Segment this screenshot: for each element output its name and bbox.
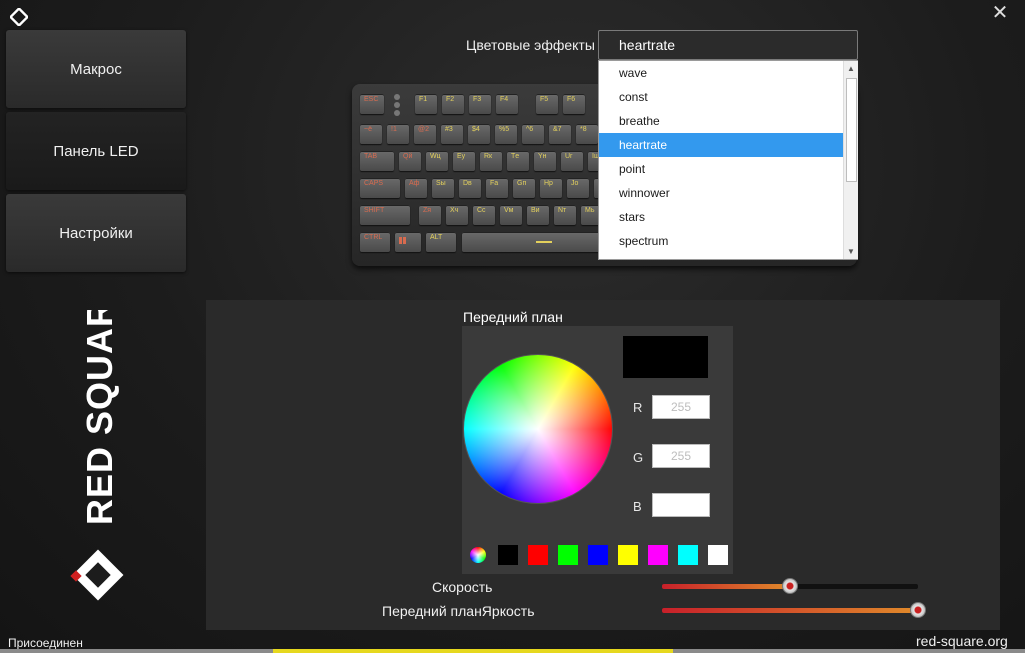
key-y[interactable]: Yн (534, 151, 556, 171)
effects-options-list[interactable]: wave const breathe heartrate point winno… (598, 60, 858, 260)
key-f1[interactable]: F1 (415, 94, 437, 114)
nav-macro-button[interactable]: Макрос (6, 30, 186, 108)
effect-option-stars[interactable]: stars (599, 205, 843, 229)
scrollbar-thumb[interactable] (846, 78, 857, 182)
key-n[interactable]: Nт (554, 205, 576, 225)
key-x[interactable]: Xч (446, 205, 468, 225)
speed-label: Скорость (432, 579, 493, 595)
swatch-red[interactable] (528, 545, 548, 565)
effect-option-point[interactable]: point (599, 157, 843, 181)
swatch-green[interactable] (558, 545, 578, 565)
b-label: B (633, 499, 642, 514)
key-z[interactable]: Zя (419, 205, 441, 225)
scroll-up-icon[interactable]: ▲ (847, 64, 855, 73)
key-v[interactable]: Vм (500, 205, 522, 225)
effect-option-heartrate[interactable]: heartrate (599, 133, 843, 157)
scroll-down-icon[interactable]: ▼ (847, 247, 855, 256)
key-2[interactable]: @2 (414, 124, 436, 144)
space-bar-mark (536, 241, 552, 243)
brand-logo: RED SQUARE (70, 310, 124, 601)
key-f6[interactable]: F6 (563, 94, 585, 114)
key-shift[interactable]: SHIFT (360, 205, 410, 225)
key-8[interactable]: *8 (576, 124, 598, 144)
key-alt-left[interactable]: ALT (426, 232, 456, 252)
speed-slider-fill (662, 584, 790, 589)
swatch-magenta[interactable] (648, 545, 668, 565)
key-r[interactable]: Rк (480, 151, 502, 171)
website-link[interactable]: red-square.org (916, 633, 1008, 649)
key-u[interactable]: Uг (561, 151, 583, 171)
g-input[interactable]: 255 (652, 444, 710, 468)
speed-slider[interactable] (662, 578, 918, 594)
app-logo-icon (10, 8, 28, 26)
key-e[interactable]: Eу (453, 151, 475, 171)
color-preview-swatch (623, 336, 708, 378)
key-a[interactable]: Aф (405, 178, 427, 198)
indicator-led (394, 102, 400, 108)
indicator-led (394, 110, 400, 116)
swatch-white[interactable] (708, 545, 728, 565)
key-j[interactable]: Jо (567, 178, 589, 198)
key-f3[interactable]: F3 (469, 94, 491, 114)
key-caps[interactable]: CAPS (360, 178, 400, 198)
list-scrollbar[interactable]: ▲ ▼ (843, 61, 858, 259)
brand-diamond-icon (70, 549, 124, 601)
effect-option-breathe[interactable]: breathe (599, 109, 843, 133)
brand-text: RED SQUARE (79, 310, 120, 525)
r-input[interactable]: 255 (652, 395, 710, 419)
key-g[interactable]: Gп (513, 178, 535, 198)
key-win[interactable] (395, 232, 421, 252)
key-5[interactable]: %5 (495, 124, 517, 144)
key-tab[interactable]: TAB (360, 151, 394, 171)
effect-option-winnower[interactable]: winnower (599, 181, 843, 205)
key-b[interactable]: Bи (527, 205, 549, 225)
key-1[interactable]: !1 (387, 124, 409, 144)
key-3[interactable]: #3 (441, 124, 463, 144)
swatch-black[interactable] (498, 545, 518, 565)
key-esc[interactable]: ESC (360, 94, 384, 114)
key-w[interactable]: Wц (426, 151, 448, 171)
effects-dropdown[interactable]: heartrate (598, 30, 858, 60)
brightness-slider[interactable] (662, 602, 926, 618)
key-tilde[interactable]: ~ё (360, 124, 382, 144)
nav-settings-button[interactable]: Настройки (6, 194, 186, 272)
r-label: R (633, 400, 643, 415)
key-f[interactable]: Fа (486, 178, 508, 198)
color-wheel[interactable] (463, 354, 613, 504)
key-d[interactable]: Dв (459, 178, 481, 198)
swatch-blue[interactable] (588, 545, 608, 565)
brightness-label: Передний планЯркость (382, 603, 535, 619)
nav-led-panel-button[interactable]: Панель LED (6, 112, 186, 190)
effect-option-spectrum[interactable]: spectrum (599, 229, 843, 253)
windows-icon (399, 237, 406, 244)
key-f4[interactable]: F4 (496, 94, 518, 114)
effects-label: Цветовые эффекты (466, 37, 595, 53)
key-t[interactable]: Tе (507, 151, 529, 171)
key-c[interactable]: Cс (473, 205, 495, 225)
brightness-slider-fill (662, 608, 918, 613)
effect-option-const[interactable]: const (599, 85, 843, 109)
custom-color-icon[interactable] (470, 547, 486, 563)
speed-slider-thumb[interactable] (782, 578, 798, 594)
key-f2[interactable]: F2 (442, 94, 464, 114)
key-h[interactable]: Hр (540, 178, 562, 198)
key-6[interactable]: ^6 (522, 124, 544, 144)
key-ctrl[interactable]: CTRL (360, 232, 390, 252)
key-s[interactable]: Sы (432, 178, 454, 198)
b-input[interactable] (652, 493, 710, 517)
g-label: G (633, 450, 644, 465)
key-q[interactable]: Qй (399, 151, 421, 171)
indicator-led (394, 94, 400, 100)
bottom-accent (273, 649, 673, 653)
brightness-slider-thumb[interactable] (910, 602, 926, 618)
key-4[interactable]: $4 (468, 124, 490, 144)
key-7[interactable]: &7 (549, 124, 571, 144)
connection-status: Присоединен (8, 636, 83, 650)
key-f5[interactable]: F5 (536, 94, 558, 114)
close-icon[interactable]: ✕ (990, 3, 1010, 24)
swatch-yellow[interactable] (618, 545, 638, 565)
foreground-title: Передний план (463, 309, 563, 325)
swatch-cyan[interactable] (678, 545, 698, 565)
effect-option-wave[interactable]: wave (599, 61, 843, 85)
